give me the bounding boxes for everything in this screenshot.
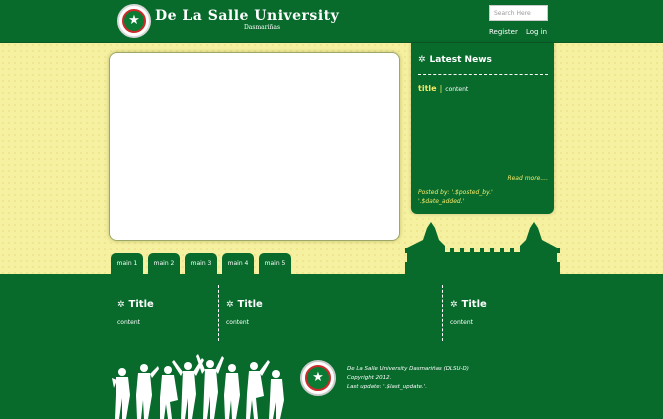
posted-by-text: Posted by: '.$posted_by.' bbox=[418, 189, 493, 196]
tab-main-3[interactable]: main 3 bbox=[185, 253, 217, 275]
footer-divider bbox=[218, 285, 219, 341]
footer-col-2-title: ✲ Title bbox=[226, 299, 263, 310]
slideshow-panel bbox=[109, 52, 400, 241]
login-link[interactable]: Log in bbox=[526, 28, 547, 36]
footer-divider bbox=[442, 285, 443, 341]
register-link[interactable]: Register bbox=[489, 28, 518, 36]
footer-col-3-content: content bbox=[450, 319, 473, 326]
news-item-title[interactable]: title bbox=[418, 84, 437, 93]
read-more-link[interactable]: Read more.... bbox=[507, 175, 548, 182]
tab-main-4[interactable]: main 4 bbox=[222, 253, 254, 275]
students-silhouette bbox=[112, 354, 284, 419]
footer-col-1-title-label: Title bbox=[128, 299, 154, 310]
star-icon: ★ bbox=[122, 9, 146, 33]
footer-col-1-title: ✲ Title bbox=[117, 299, 154, 310]
building-silhouette bbox=[405, 222, 560, 278]
news-heading-label: Latest News bbox=[429, 55, 492, 65]
star-icon: ★ bbox=[305, 365, 331, 391]
site-logo-subtitle: Dasmariñas bbox=[244, 24, 281, 31]
news-item-separator: | bbox=[439, 84, 443, 93]
star-icon: ✲ bbox=[226, 299, 234, 310]
footer-col-1-content: content bbox=[117, 319, 140, 326]
star-icon: ✲ bbox=[117, 299, 125, 310]
footer-university-name: De La Salle University Dasmariñas (DLSU-… bbox=[347, 366, 469, 372]
news-item: title | content bbox=[418, 84, 468, 93]
news-heading: ✲ Latest News bbox=[418, 55, 492, 65]
footer-col-3-title-label: Title bbox=[461, 299, 487, 310]
star-icon: ✲ bbox=[418, 55, 426, 65]
footer-col-2-content: content bbox=[226, 319, 249, 326]
footer-last-update: Last update: '.$last_update.'. bbox=[347, 384, 428, 390]
university-seal-logo[interactable]: ★ bbox=[117, 4, 151, 38]
star-icon: ✲ bbox=[450, 299, 458, 310]
footer-copyright: Copyright 2012. bbox=[347, 375, 392, 381]
search-input[interactable] bbox=[489, 5, 548, 21]
news-divider bbox=[418, 74, 548, 75]
tab-main-2[interactable]: main 2 bbox=[148, 253, 180, 275]
tab-main-1[interactable]: main 1 bbox=[111, 253, 143, 275]
tab-main-5[interactable]: main 5 bbox=[259, 253, 291, 275]
footer: ✲ Title content ✲ Title content ✲ Title … bbox=[0, 274, 663, 419]
latest-news-panel: ✲ Latest News title | content Read more.… bbox=[411, 43, 554, 214]
footer-col-2-title-label: Title bbox=[237, 299, 263, 310]
site-logo-text[interactable]: De La Salle University bbox=[155, 8, 339, 24]
news-item-content: content bbox=[445, 86, 469, 93]
date-added-text: '.$date_added.' bbox=[418, 198, 465, 205]
footer-university-seal: ★ bbox=[300, 360, 336, 396]
footer-col-3-title: ✲ Title bbox=[450, 299, 487, 310]
header: ★ De La Salle University Dasmariñas Regi… bbox=[0, 0, 663, 43]
